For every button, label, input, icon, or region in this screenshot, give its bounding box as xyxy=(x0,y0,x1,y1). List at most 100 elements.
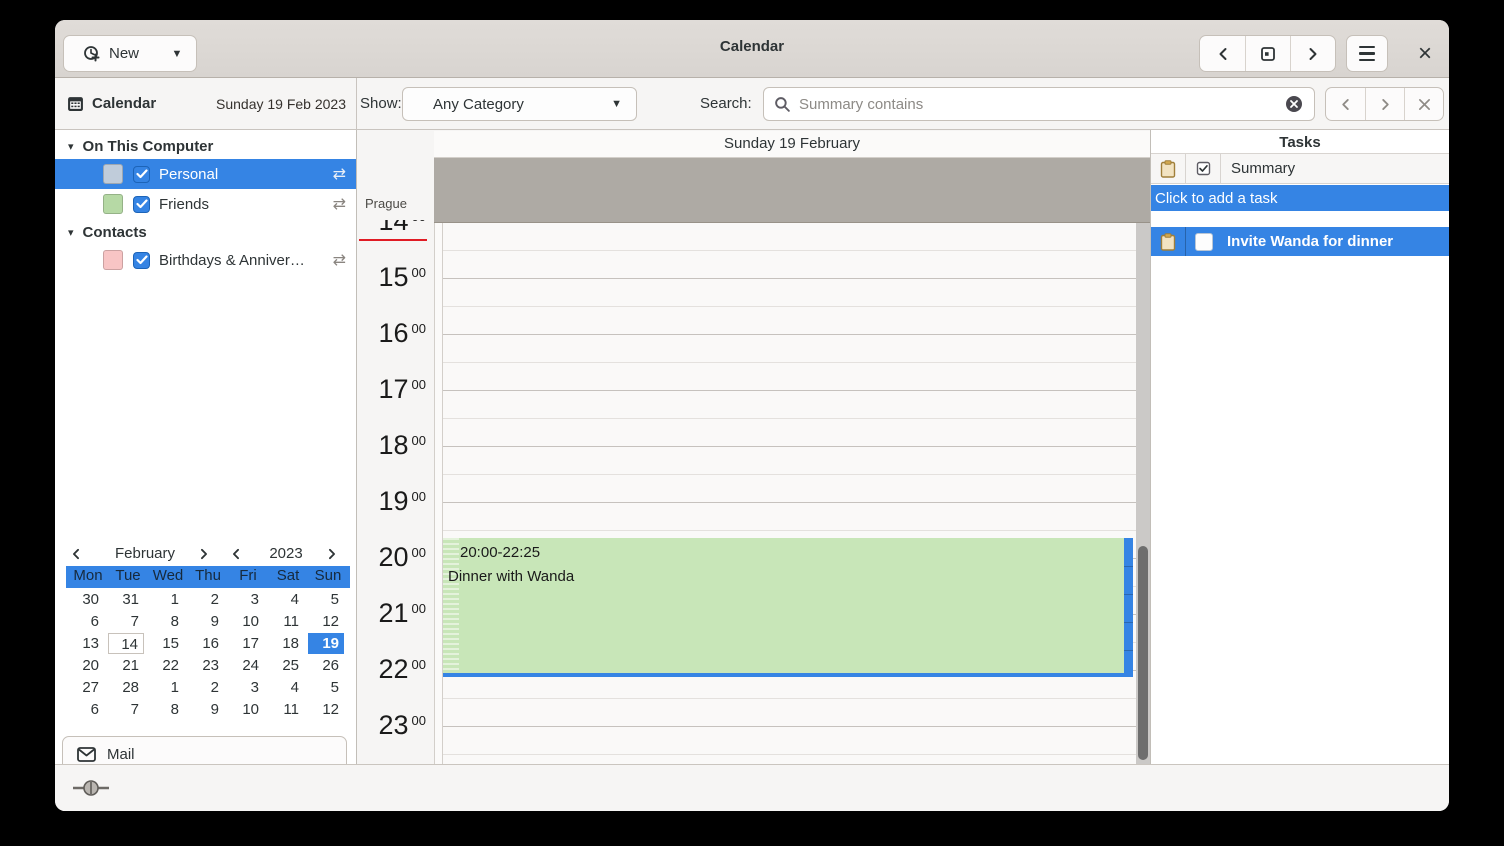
mini-calendar-day[interactable]: 30 xyxy=(68,589,104,610)
all-day-events-area[interactable] xyxy=(434,158,1150,223)
mini-calendar-day[interactable]: 11 xyxy=(268,699,304,720)
hour-number: 17 xyxy=(378,374,408,404)
online-status-icon[interactable] xyxy=(71,778,111,798)
mini-calendar-day[interactable]: 14 xyxy=(108,633,144,654)
minute-suffix: 00 xyxy=(412,321,426,336)
task-checkbox[interactable] xyxy=(1195,233,1213,251)
half-hour-line xyxy=(443,754,1150,755)
calendar-item-personal[interactable]: Personal⇄ xyxy=(55,159,356,189)
checkbox[interactable] xyxy=(133,252,150,269)
previous-year-button[interactable] xyxy=(227,545,245,563)
mini-calendar-day[interactable]: 23 xyxy=(188,655,224,676)
add-task-row[interactable]: Click to add a task xyxy=(1151,185,1449,211)
close-icon: × xyxy=(1418,40,1432,68)
event-resize-handle[interactable] xyxy=(443,673,1133,677)
hour-label-20: 2000 xyxy=(378,542,426,572)
mini-calendar-day[interactable]: 25 xyxy=(268,655,304,676)
calendar-icon xyxy=(67,95,84,112)
event-dinner-with-wanda[interactable]: 20:00-22:25 Dinner with Wanda xyxy=(443,538,1133,677)
search-previous-button[interactable] xyxy=(1326,88,1365,120)
scrollbar-track[interactable] xyxy=(1136,223,1150,764)
mini-calendar-day[interactable]: 10 xyxy=(228,699,264,720)
task-complete-column-header[interactable] xyxy=(1186,154,1221,183)
mini-calendar-day[interactable]: 2 xyxy=(188,677,224,698)
mini-calendar-day[interactable]: 24 xyxy=(228,655,264,676)
mini-calendar-month: February xyxy=(95,545,195,562)
search-next-button[interactable] xyxy=(1365,88,1404,120)
weekday-label: Wed xyxy=(148,567,188,584)
mini-calendar-day[interactable]: 2 xyxy=(188,589,224,610)
toolbar: Calendar Sunday 19 Feb 2023 Show: Any Ca… xyxy=(55,78,1449,130)
next-month-button[interactable] xyxy=(195,545,213,563)
mini-calendar-day[interactable]: 8 xyxy=(148,699,184,720)
mini-calendar-day[interactable]: 10 xyxy=(228,611,264,632)
mini-calendar-day[interactable]: 1 xyxy=(148,677,184,698)
summary-column-header[interactable]: Summary xyxy=(1221,160,1295,177)
mini-calendar-day[interactable]: 16 xyxy=(188,633,224,654)
mini-calendar-day[interactable]: 9 xyxy=(188,699,224,720)
search-input[interactable]: Summary contains xyxy=(763,87,1315,121)
mini-calendar-day[interactable]: 17 xyxy=(228,633,264,654)
today-button[interactable] xyxy=(1245,36,1290,71)
time-gutter-scroll: 1400150016001700180019002000210022002300 xyxy=(357,220,434,764)
mini-calendar-day[interactable]: 15 xyxy=(148,633,184,654)
weekday-label: Tue xyxy=(108,567,148,584)
next-year-button[interactable] xyxy=(323,545,341,563)
mini-calendar-day[interactable]: 19 xyxy=(308,633,344,654)
tree-group-contacts[interactable]: ▾Contacts xyxy=(55,219,356,245)
menu-button[interactable] xyxy=(1346,35,1388,72)
mini-calendar-day[interactable]: 20 xyxy=(68,655,104,676)
minute-suffix: 00 xyxy=(412,377,426,392)
chevron-right-icon xyxy=(327,548,337,560)
mini-calendar-day[interactable]: 4 xyxy=(268,589,304,610)
scrollbar-thumb[interactable] xyxy=(1138,546,1148,760)
close-button[interactable]: × xyxy=(1407,36,1443,72)
previous-button[interactable] xyxy=(1200,36,1245,71)
mini-calendar-day[interactable]: 7 xyxy=(108,611,144,632)
mini-calendar-day[interactable]: 3 xyxy=(228,677,264,698)
checkbox[interactable] xyxy=(133,196,150,213)
mini-calendar-day[interactable]: 31 xyxy=(108,589,144,610)
event-selection-bar[interactable] xyxy=(1124,538,1133,677)
check-icon xyxy=(136,255,148,265)
mini-calendar-day[interactable]: 8 xyxy=(148,611,184,632)
tree-group-on-this-computer[interactable]: ▾On This Computer xyxy=(55,133,356,159)
next-button[interactable] xyxy=(1290,36,1335,71)
chevron-left-icon xyxy=(231,548,241,560)
minute-suffix: 00 xyxy=(412,489,426,504)
mini-calendar-day[interactable]: 6 xyxy=(68,611,104,632)
mini-calendar-day[interactable]: 26 xyxy=(308,655,344,676)
mini-calendar-day[interactable]: 4 xyxy=(268,677,304,698)
mini-calendar-day[interactable]: 3 xyxy=(228,589,264,610)
mini-calendar-day[interactable]: 12 xyxy=(308,699,344,720)
search-close-button[interactable] xyxy=(1404,88,1443,120)
mini-calendar-day[interactable]: 18 xyxy=(268,633,304,654)
mini-calendar-day[interactable]: 7 xyxy=(108,699,144,720)
clear-search-icon[interactable] xyxy=(1284,94,1304,114)
task-type-column-header[interactable] xyxy=(1151,154,1186,183)
mini-calendar-day[interactable]: 5 xyxy=(308,589,344,610)
mini-calendar-day[interactable]: 11 xyxy=(268,611,304,632)
previous-month-button[interactable] xyxy=(67,545,85,563)
mini-calendar-day[interactable]: 28 xyxy=(108,677,144,698)
task-row-invite-wanda-for-dinner[interactable]: Invite Wanda for dinner xyxy=(1151,227,1449,256)
mini-calendar-day[interactable]: 1 xyxy=(148,589,184,610)
minute-suffix: 00 xyxy=(412,220,426,224)
checkbox[interactable] xyxy=(133,166,150,183)
mini-calendar-day[interactable]: 27 xyxy=(68,677,104,698)
category-dropdown[interactable]: Any Category ▼ xyxy=(402,87,637,121)
hour-number: 18 xyxy=(378,430,408,460)
mini-calendar-day[interactable]: 5 xyxy=(308,677,344,698)
search-placeholder: Summary contains xyxy=(799,96,1276,113)
chevron-right-icon xyxy=(1380,98,1391,111)
calendar-item-friends[interactable]: Friends⇄ xyxy=(55,189,356,219)
mini-calendar-day[interactable]: 21 xyxy=(108,655,144,676)
mini-calendar-day[interactable]: 22 xyxy=(148,655,184,676)
mini-calendar-day[interactable]: 9 xyxy=(188,611,224,632)
mini-calendar-day[interactable]: 6 xyxy=(68,699,104,720)
hour-line xyxy=(443,390,1150,391)
day-grid[interactable]: 20:00-22:25 Dinner with Wanda xyxy=(443,223,1150,764)
mini-calendar-day[interactable]: 12 xyxy=(308,611,344,632)
calendar-item-birthdays-anniver[interactable]: Birthdays & Anniver…⇄ xyxy=(55,245,356,275)
mini-calendar-day[interactable]: 13 xyxy=(68,633,104,654)
